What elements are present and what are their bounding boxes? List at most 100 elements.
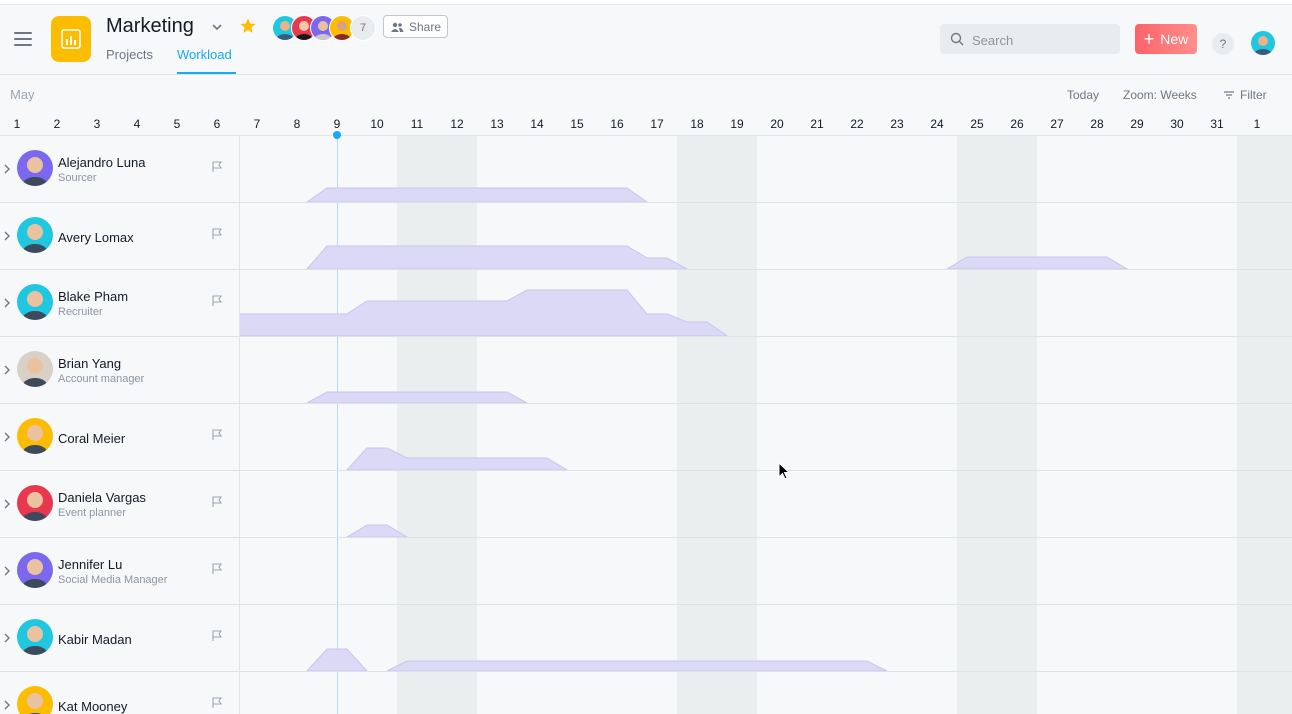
person-label: Daniela Vargas Event planner (0, 471, 240, 537)
avatar[interactable] (17, 150, 53, 186)
day-number-header: 1 2 3 4 5 6 7 8 9 10 11 12 13 14 15 16 17 18 19 20 21 22 23 24 2… (0, 113, 1292, 136)
avatar[interactable] (17, 351, 53, 387)
day-number: 13 (490, 117, 504, 131)
workload-shape[interactable] (346, 447, 568, 470)
person-label: Coral Meier (0, 404, 240, 470)
flag-icon[interactable] (211, 697, 223, 709)
chevron-right-icon[interactable] (3, 432, 11, 442)
person-label: Avery Lomax (0, 203, 240, 269)
flag-icon[interactable] (211, 630, 223, 642)
mouse-cursor-icon (778, 462, 791, 480)
person-role: Event planner (58, 507, 126, 519)
workload-shape[interactable] (946, 256, 1128, 269)
person-name[interactable]: Daniela Vargas (58, 490, 146, 505)
flag-icon[interactable] (211, 563, 223, 575)
person-name[interactable]: Kabir Madan (58, 632, 132, 647)
workload-row[interactable]: Brian Yang Account manager (0, 337, 1292, 404)
day-number: 3 (93, 117, 101, 131)
workload-row[interactable]: Blake Pham Recruiter (0, 270, 1292, 337)
people-icon (390, 22, 404, 32)
workload-band[interactable] (239, 471, 1292, 537)
avatar[interactable] (17, 284, 53, 320)
chevron-right-icon[interactable] (3, 499, 11, 509)
workload-band[interactable] (239, 605, 1292, 671)
favorite-star-icon[interactable] (239, 17, 257, 35)
avatar[interactable] (17, 619, 53, 655)
today-button[interactable]: Today (1067, 88, 1099, 102)
workload-shape[interactable] (306, 187, 648, 202)
project-title[interactable]: Marketing (106, 15, 194, 38)
flag-icon[interactable] (211, 161, 223, 173)
day-number: 5 (173, 117, 181, 131)
flag-icon[interactable] (211, 496, 223, 508)
person-role: Sourcer (58, 172, 97, 184)
workload-row[interactable]: Avery Lomax (0, 203, 1292, 270)
workload-band[interactable] (239, 270, 1292, 336)
workload-row[interactable]: Alejandro Luna Sourcer (0, 136, 1292, 203)
workload-shape[interactable] (239, 289, 728, 336)
workload-band[interactable] (239, 203, 1292, 269)
chevron-right-icon[interactable] (3, 700, 11, 710)
workload-band[interactable] (239, 404, 1292, 470)
chevron-right-icon[interactable] (3, 566, 11, 576)
hamburger-menu-icon[interactable] (14, 32, 32, 46)
workload-row[interactable]: Coral Meier (0, 404, 1292, 471)
workload-band[interactable] (239, 538, 1292, 604)
day-number: 6 (213, 117, 221, 131)
day-number: 11 (410, 117, 424, 131)
avatar[interactable] (17, 552, 53, 588)
person-name[interactable]: Coral Meier (58, 431, 125, 446)
workload-row[interactable]: Daniela Vargas Event planner (0, 471, 1292, 538)
day-number: 30 (1170, 117, 1184, 131)
person-label: Brian Yang Account manager (0, 337, 240, 403)
workload-band[interactable] (239, 136, 1292, 202)
chevron-right-icon[interactable] (3, 164, 11, 174)
filter-button[interactable]: Filter (1224, 88, 1267, 102)
workload-shape[interactable] (386, 660, 888, 671)
chevron-right-icon[interactable] (3, 365, 11, 375)
workload-row[interactable]: Kabir Madan (0, 605, 1292, 672)
workload-band[interactable] (239, 672, 1292, 714)
workload-shape[interactable] (306, 245, 688, 269)
chevron-down-icon[interactable] (211, 21, 223, 33)
help-button[interactable]: ? (1212, 33, 1234, 55)
day-number: 1 (13, 117, 21, 131)
person-name[interactable]: Blake Pham (58, 289, 128, 304)
zoom-dropdown[interactable]: Zoom: Weeks (1123, 88, 1197, 102)
person-name[interactable]: Avery Lomax (58, 230, 134, 245)
day-number: 28 (1090, 117, 1104, 131)
share-button[interactable]: Share (383, 15, 448, 38)
avatar[interactable] (17, 418, 53, 454)
tab-projects[interactable]: Projects (106, 47, 153, 62)
person-name[interactable]: Kat Mooney (58, 699, 127, 714)
member-count-badge[interactable]: 7 (350, 15, 376, 41)
workload-grid: Alejandro Luna Sourcer Avery Lomax Blake Ph… (0, 136, 1292, 714)
tab-workload[interactable]: Workload (177, 47, 232, 62)
chevron-right-icon[interactable] (3, 633, 11, 643)
search-box[interactable] (940, 24, 1120, 54)
flag-icon[interactable] (211, 429, 223, 441)
workload-row[interactable]: Jennifer Lu Social Media Manager (0, 538, 1292, 605)
day-number: 19 (730, 117, 744, 131)
person-role: Recruiter (58, 306, 103, 318)
avatar[interactable] (17, 485, 53, 521)
workload-band[interactable] (239, 337, 1292, 403)
chevron-right-icon[interactable] (3, 298, 11, 308)
person-name[interactable]: Jennifer Lu (58, 557, 122, 572)
search-input[interactable] (970, 29, 1114, 51)
workload-shape[interactable] (306, 648, 368, 671)
avatar[interactable] (17, 686, 53, 714)
person-name[interactable]: Alejandro Luna (58, 155, 145, 170)
chevron-right-icon[interactable] (3, 231, 11, 241)
avatar[interactable] (17, 217, 53, 253)
user-avatar[interactable] (1251, 31, 1275, 55)
workload-row[interactable]: Kat Mooney (0, 672, 1292, 714)
person-name[interactable]: Brian Yang (58, 356, 121, 371)
new-button[interactable]: + New (1135, 24, 1197, 54)
flag-icon[interactable] (211, 228, 223, 240)
workload-shape[interactable] (346, 524, 408, 537)
filter-icon (1224, 91, 1234, 99)
workload-shape[interactable] (306, 391, 528, 403)
day-number: 4 (133, 117, 141, 131)
flag-icon[interactable] (211, 295, 223, 307)
